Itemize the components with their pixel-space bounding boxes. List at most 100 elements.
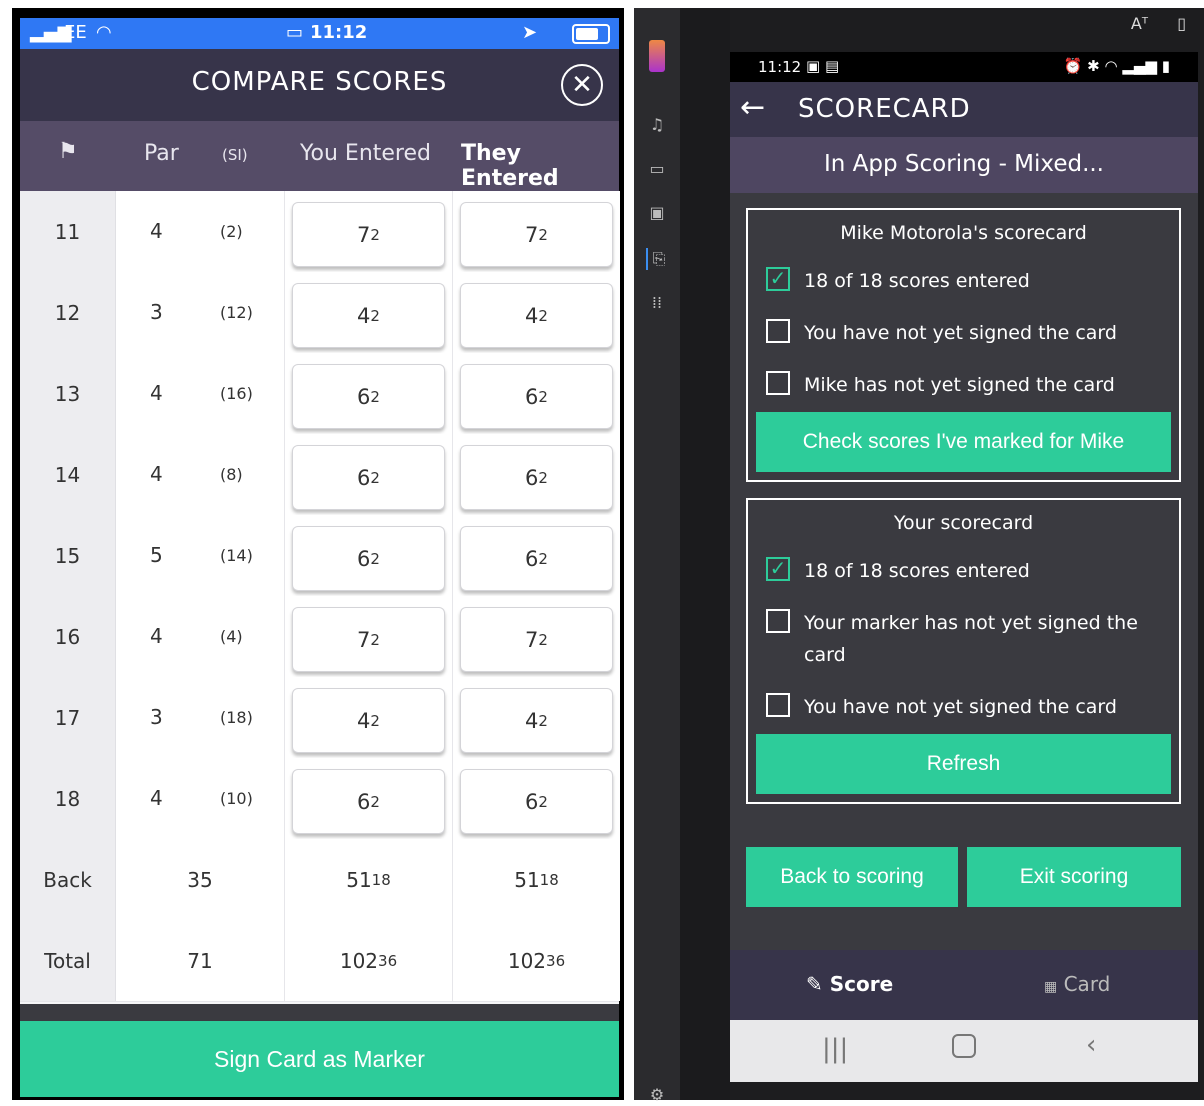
- back-par: 35: [116, 839, 285, 920]
- tab-score[interactable]: ✎ Score: [806, 972, 893, 996]
- you-score-button[interactable]: 62: [292, 445, 445, 510]
- table-row: 12 3 (12) 4 2 4 2: [20, 272, 620, 354]
- they-score-button[interactable]: 42: [460, 283, 613, 348]
- back-you-entered: 51 18: [285, 839, 453, 920]
- recent-apps-icon[interactable]: |||: [822, 1034, 848, 1064]
- they-score-button[interactable]: 62: [460, 769, 613, 834]
- mirror-icon[interactable]: ⎘: [646, 248, 670, 270]
- home-icon[interactable]: [952, 1034, 976, 1058]
- apps-grid-icon[interactable]: ⁞⁞: [646, 292, 668, 314]
- checkbox-icon[interactable]: [766, 609, 790, 633]
- gallery-icon[interactable]: ▣: [646, 202, 668, 224]
- you-entered-cell: 62: [285, 353, 453, 434]
- system-status-icons: ⏰ ✱ ◠ ▂▄▆ ▮: [1063, 57, 1170, 75]
- flag-icon: ⚑: [58, 139, 78, 164]
- checklist-label: You have not yet signed the card: [804, 696, 1117, 718]
- table-row: 17 3 (18) 4 2 4 2: [20, 677, 620, 759]
- back-to-scoring-button[interactable]: Back to scoring: [746, 847, 958, 907]
- total-they-entered: 102 36: [453, 920, 620, 1001]
- notification-icons: ▣ ▤: [806, 57, 840, 75]
- hole-number: 14: [20, 434, 116, 515]
- battery-icon: [572, 24, 610, 44]
- checkbox-icon[interactable]: [766, 319, 790, 343]
- they-score-button[interactable]: 62: [460, 526, 613, 591]
- notification-icon[interactable]: ♫: [646, 114, 668, 136]
- stroke-index: (8): [220, 465, 243, 484]
- hole-number: 16: [20, 596, 116, 677]
- checklist-label: 18 of 18 scores entered: [804, 270, 1030, 292]
- screen-record-icon[interactable]: ▯: [1177, 14, 1186, 33]
- they-entered-cell: 62: [453, 515, 620, 596]
- check-scores-button[interactable]: Check scores I've marked for Mike: [756, 412, 1171, 472]
- par-cell: 5 (14): [116, 515, 285, 596]
- status-time: 11:12: [758, 58, 802, 76]
- they-score-button[interactable]: 62: [460, 445, 613, 510]
- close-icon[interactable]: ✕: [561, 64, 603, 106]
- you-score-button[interactable]: 62: [292, 364, 445, 429]
- you-entered-cell: 72: [285, 191, 453, 272]
- par-value: 4: [150, 624, 163, 648]
- they-score-button[interactable]: 72: [460, 607, 613, 672]
- you-score-button[interactable]: 42: [292, 688, 445, 753]
- app-thumbnail-icon[interactable]: [649, 40, 665, 72]
- pencil-icon: ✎: [806, 972, 823, 996]
- par-cell: 4 (2): [116, 191, 285, 272]
- they-score-button[interactable]: 42: [460, 688, 613, 753]
- marker-scorecard-panel: Mike Motorola's scorecard ✓ 18 of 18 sco…: [746, 208, 1181, 482]
- window-gutter: [680, 8, 730, 1100]
- exit-scoring-button[interactable]: Exit scoring: [967, 847, 1181, 907]
- side-toolbar: ♫ ▭ ▣ ⎘ ⁞⁞ ⚙: [634, 8, 680, 1104]
- par-value: 4: [150, 462, 163, 486]
- hole-number: 17: [20, 677, 116, 758]
- total-label: Total: [20, 920, 116, 1001]
- scorecard-header: ← SCORECARD: [730, 82, 1198, 137]
- tab-card[interactable]: ▦ Card: [1044, 972, 1110, 996]
- back-nav-icon[interactable]: ‹: [1086, 1030, 1096, 1060]
- translate-icon[interactable]: Aᵀ: [1131, 14, 1148, 33]
- checklist-label: You have not yet signed the card: [804, 322, 1117, 344]
- si-header: (SI): [222, 146, 248, 164]
- back-arrow-icon[interactable]: ←: [740, 90, 765, 125]
- back-total-row: Back 35 51 18 51 18: [20, 839, 620, 921]
- scorecard-body: Mike Motorola's scorecard ✓ 18 of 18 sco…: [730, 193, 1198, 950]
- message-icon[interactable]: ▭: [646, 158, 668, 180]
- they-entered-cell: 42: [453, 272, 620, 353]
- compare-scores-header: COMPARE SCORES ✕: [20, 49, 619, 121]
- checkbox-icon[interactable]: [766, 371, 790, 395]
- your-scorecard-panel: Your scorecard ✓ 18 of 18 scores entered…: [746, 498, 1181, 804]
- checklist-label: Mike has not yet signed the card: [804, 374, 1115, 396]
- par-cell: 3 (12): [116, 272, 285, 353]
- location-icon: ➤: [522, 22, 538, 43]
- card-title: Mike Motorola's scorecard: [840, 222, 1087, 244]
- you-score-button[interactable]: 62: [292, 526, 445, 591]
- stroke-index: (2): [220, 222, 243, 241]
- you-score-button[interactable]: 42: [292, 283, 445, 348]
- you-score-button[interactable]: 62: [292, 769, 445, 834]
- they-score-button[interactable]: 62: [460, 364, 613, 429]
- checkbox-checked-icon[interactable]: ✓: [766, 267, 790, 291]
- stroke-index: (14): [220, 546, 253, 565]
- total-you-entered: 102 36: [285, 920, 453, 1001]
- you-entered-cell: 42: [285, 272, 453, 353]
- carrier-label: EE: [64, 22, 87, 43]
- page-title: COMPARE SCORES: [191, 67, 448, 97]
- you-score-button[interactable]: 72: [292, 607, 445, 672]
- checkbox-checked-icon[interactable]: ✓: [766, 557, 790, 581]
- table-row: 15 5 (14) 6 2 6 2: [20, 515, 620, 597]
- checkbox-icon[interactable]: [766, 693, 790, 717]
- par-value: 4: [150, 786, 163, 810]
- stroke-index: (4): [220, 627, 243, 646]
- hole-number: 13: [20, 353, 116, 434]
- settings-icon[interactable]: ⚙: [646, 1084, 668, 1106]
- they-score-button[interactable]: 72: [460, 202, 613, 267]
- table-row: 18 4 (10) 6 2 6 2: [20, 758, 620, 840]
- they-entered-cell: 62: [453, 353, 620, 434]
- hole-number: 12: [20, 272, 116, 353]
- sign-card-button[interactable]: Sign Card as Marker: [20, 1021, 619, 1097]
- hole-number: 11: [20, 191, 116, 272]
- you-score-button[interactable]: 72: [292, 202, 445, 267]
- refresh-button[interactable]: Refresh: [756, 734, 1171, 794]
- screen-mirror-icon: ▭: [286, 22, 304, 43]
- par-header: Par: [144, 141, 179, 166]
- page-title: SCORECARD: [798, 94, 971, 124]
